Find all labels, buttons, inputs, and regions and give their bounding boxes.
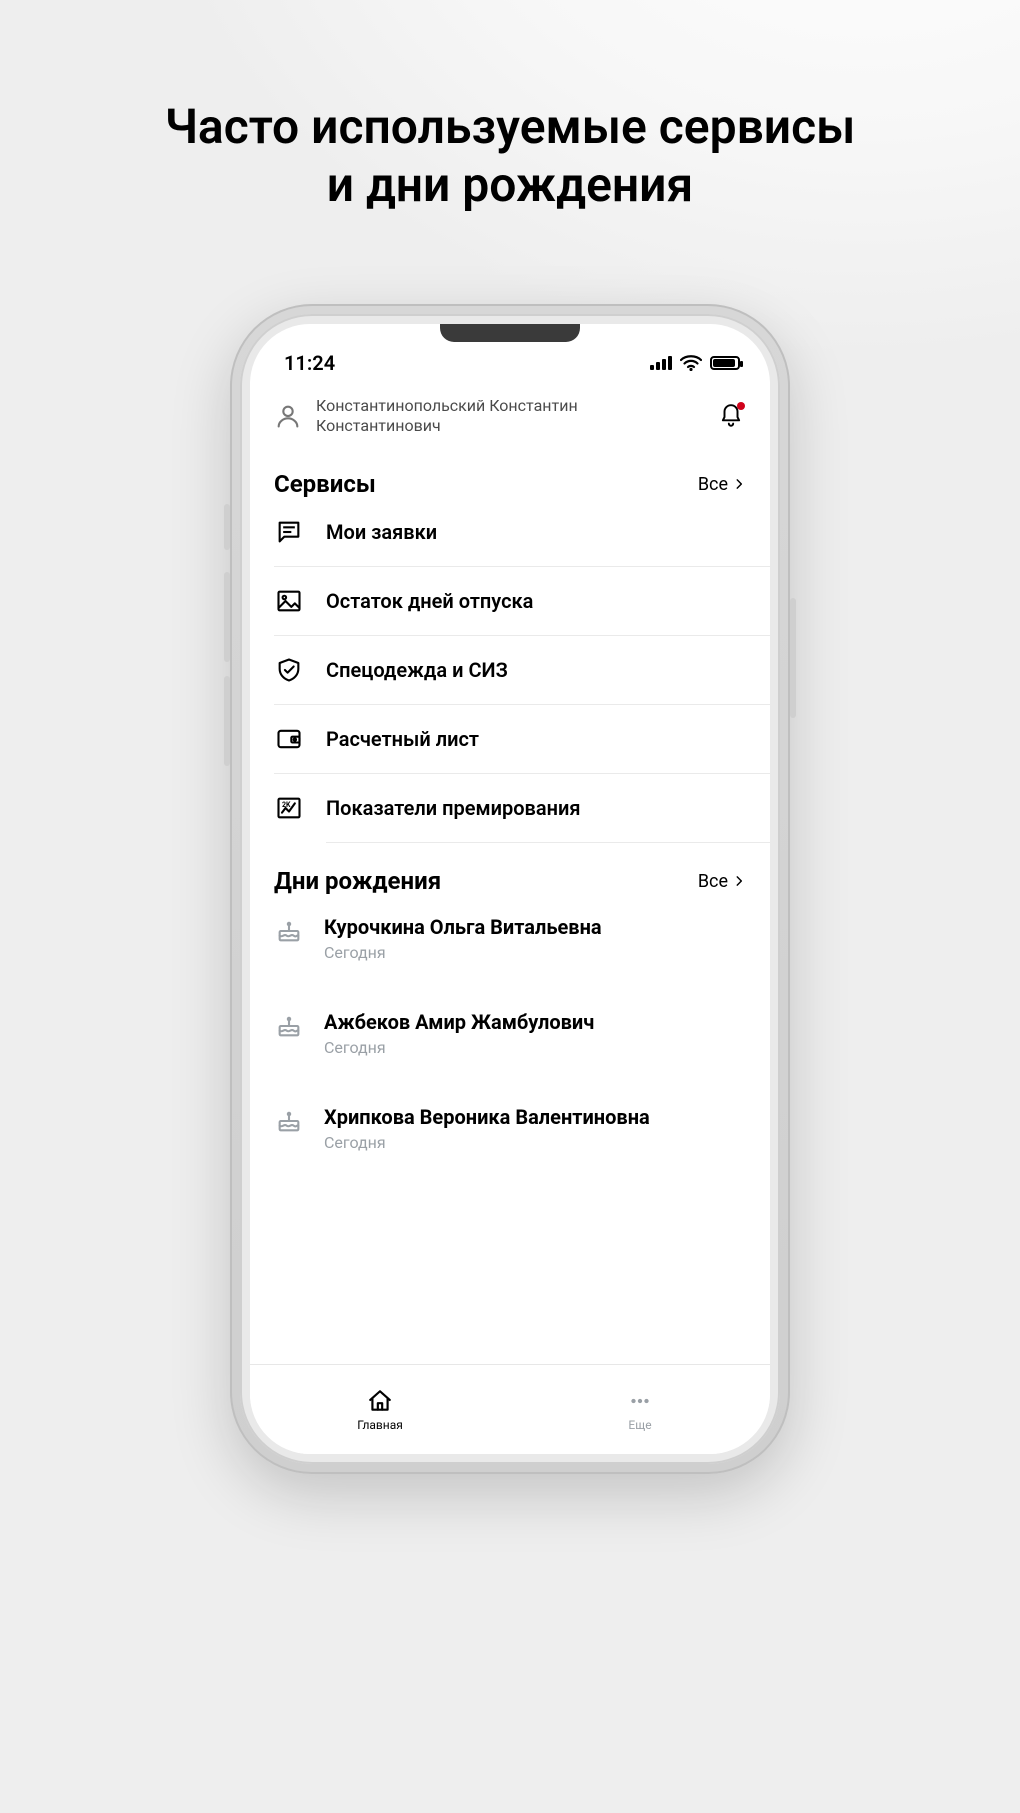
service-label: Мои заявки <box>326 520 746 544</box>
birthday-when: Сегодня <box>324 943 602 962</box>
see-all-label: Все <box>698 871 728 892</box>
service-item-ppe[interactable]: Спецодежда и СИЗ <box>274 635 770 704</box>
section-header-services: Сервисы Все <box>250 446 770 506</box>
birthdays-list: Курочкина Ольга Витальевна Сегодня Ажбек… <box>250 903 770 1176</box>
birthday-name: Курочкина Ольга Витальевна <box>324 915 602 939</box>
battery-icon <box>710 356 740 370</box>
image-icon <box>274 587 304 615</box>
profile-icon[interactable] <box>274 402 302 430</box>
wallet-icon <box>274 725 304 753</box>
tab-label: Еще <box>628 1418 651 1432</box>
chat-lines-icon <box>274 518 304 546</box>
section-header-birthdays: Дни рождения Все <box>250 843 770 903</box>
service-item-bonus-kpi[interactable]: 2K Показатели премирования <box>274 773 770 842</box>
shield-check-icon <box>274 656 304 684</box>
services-list: Мои заявки Остаток дней отпуска Спецодеж… <box>250 506 770 843</box>
service-label: Спецодежда и СИЗ <box>326 658 746 682</box>
birthday-cake-icon <box>274 917 304 945</box>
birthday-name: Ажбеков Амир Жамбулович <box>324 1010 594 1034</box>
page-title-line2: и дни рождения <box>327 156 693 213</box>
service-item-my-requests[interactable]: Мои заявки <box>274 506 770 566</box>
status-time: 11:24 <box>284 351 335 375</box>
service-label: Показатели премирования <box>326 796 746 820</box>
services-see-all-button[interactable]: Все <box>698 474 746 495</box>
phone-inner: 11:24 Константинопольский Константин Кон… <box>240 314 780 1464</box>
service-item-payslip[interactable]: Расчетный лист <box>274 704 770 773</box>
svg-text:2K: 2K <box>282 801 291 809</box>
phone-side-button <box>224 572 230 662</box>
phone-frame: 11:24 Константинопольский Константин Кон… <box>230 304 790 1474</box>
birthday-cake-icon <box>274 1012 304 1040</box>
section-title: Сервисы <box>274 470 376 498</box>
screen: 11:24 Константинопольский Константин Кон… <box>250 324 770 1454</box>
phone-side-button <box>224 676 230 766</box>
status-icons <box>650 355 740 371</box>
wifi-icon <box>680 355 702 371</box>
birthday-cake-icon <box>274 1107 304 1135</box>
section-title: Дни рождения <box>274 867 441 895</box>
phone-notch <box>440 324 580 342</box>
birthdays-see-all-button[interactable]: Все <box>698 871 746 892</box>
birthday-name: Хрипкова Вероника Валентиновна <box>324 1105 650 1129</box>
phone-side-button <box>790 598 796 718</box>
chevron-right-icon <box>732 874 746 888</box>
page-title: Часто используемые сервисы и дни рождени… <box>0 98 1020 213</box>
tab-label: Главная <box>357 1418 403 1432</box>
tab-home[interactable]: Главная <box>250 1365 510 1454</box>
chevron-right-icon <box>732 477 746 491</box>
more-dots-icon <box>627 1388 653 1414</box>
tab-more[interactable]: Еще <box>510 1365 770 1454</box>
app-header: Константинопольский Константин Константи… <box>250 384 770 446</box>
service-label: Остаток дней отпуска <box>326 589 746 613</box>
birthday-when: Сегодня <box>324 1038 594 1057</box>
see-all-label: Все <box>698 474 728 495</box>
service-label: Расчетный лист <box>326 727 746 751</box>
birthday-when: Сегодня <box>324 1133 650 1152</box>
notifications-button[interactable] <box>716 401 746 431</box>
birthday-item[interactable]: Хрипкова Вероника Валентиновна Сегодня <box>274 1081 770 1176</box>
notification-dot <box>737 402 745 410</box>
service-item-vacation-balance[interactable]: Остаток дней отпуска <box>274 566 770 635</box>
tab-bar: Главная Еще <box>250 1364 770 1454</box>
home-icon <box>367 1388 393 1414</box>
birthday-item[interactable]: Курочкина Ольга Витальевна Сегодня <box>274 903 770 986</box>
phone-side-button <box>224 504 230 550</box>
user-name-label: Константинопольский Константин Константи… <box>316 396 702 436</box>
chart-2k-icon: 2K <box>274 794 304 822</box>
page-title-line1: Часто используемые сервисы <box>165 98 856 155</box>
cellular-icon <box>650 356 672 370</box>
birthday-item[interactable]: Ажбеков Амир Жамбулович Сегодня <box>274 986 770 1081</box>
